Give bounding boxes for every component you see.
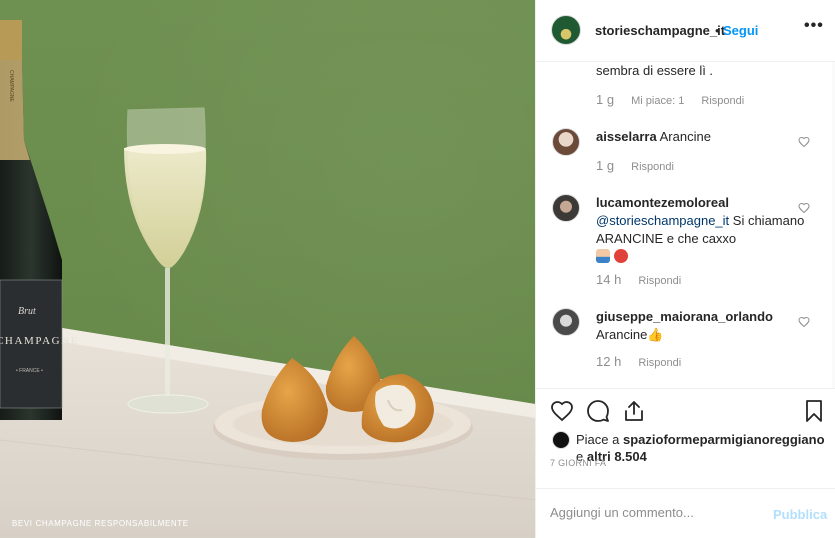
- author-avatar[interactable]: [551, 15, 581, 45]
- liker-username[interactable]: spazioformeparmigianoreggiano: [623, 432, 825, 447]
- bookmark-icon[interactable]: [802, 399, 826, 423]
- reply-button[interactable]: Rispondi: [638, 357, 681, 369]
- liker-avatar[interactable]: [552, 431, 570, 449]
- emoji-angry-face-icon: [613, 249, 628, 263]
- share-icon[interactable]: [622, 399, 646, 423]
- comment-body: aisselarra Arancine: [596, 128, 811, 146]
- comment-time[interactable]: 14 h: [596, 272, 621, 287]
- comment-time[interactable]: 1 g: [596, 158, 614, 173]
- comment-username[interactable]: lucamontezemoloreal: [596, 195, 729, 210]
- like-heart-icon[interactable]: [798, 202, 810, 214]
- post-actions: Piace a spazioformeparmigianoreggiano e …: [536, 388, 835, 488]
- follow-button[interactable]: Segui: [723, 23, 758, 38]
- avatar[interactable]: [552, 308, 580, 336]
- comment-meta: 12 h Rispondi: [596, 354, 695, 369]
- reply-button[interactable]: Rispondi: [701, 95, 744, 107]
- comment-meta: 1 g Mi piace: 1 Rispondi: [596, 92, 758, 107]
- comment-meta: 14 h Rispondi: [596, 272, 695, 287]
- comment-body: lucamontezemoloreal @storieschampagne_it…: [596, 194, 811, 266]
- reply-button[interactable]: Rispondi: [638, 275, 681, 287]
- post-timestamp[interactable]: 7 GIORNI FA: [550, 458, 606, 468]
- comment-mention[interactable]: @storieschampagne_it: [596, 213, 729, 228]
- post-header: storieschampagne_it • Segui •••: [536, 0, 835, 62]
- bottle-label-script: Brut: [18, 306, 36, 317]
- comment-input[interactable]: [550, 505, 750, 520]
- post-photo[interactable]: Brut CHAMPAGNE • FRANCE • CHAMPAGNE BEVI…: [0, 0, 535, 538]
- bottle-label-top: CHAMPAGNE: [8, 70, 14, 103]
- avatar[interactable]: [552, 128, 580, 156]
- reply-button[interactable]: Rispondi: [631, 161, 674, 173]
- emoji-man-icon: [596, 249, 610, 263]
- add-comment-bar: Pubblica: [536, 488, 835, 538]
- comments-list[interactable]: sembra di essere lì . 1 g Mi piace: 1 Ri…: [536, 62, 835, 388]
- heart-icon[interactable]: [550, 399, 574, 423]
- author-username[interactable]: storieschampagne_it: [595, 23, 725, 38]
- comment-meta: 1 g Rispondi: [596, 158, 688, 173]
- comment-text: Arancine: [596, 327, 648, 342]
- like-heart-icon[interactable]: [798, 136, 810, 148]
- comment-time[interactable]: 1 g: [596, 92, 614, 107]
- header-separator: •: [715, 23, 720, 38]
- likes-prefix: Piace a: [576, 432, 620, 447]
- comment-time[interactable]: 12 h: [596, 354, 621, 369]
- bottle-label-main: CHAMPAGNE: [0, 335, 79, 347]
- more-horizontal-icon[interactable]: •••: [804, 17, 824, 35]
- photo-scene: Brut CHAMPAGNE • FRANCE • CHAMPAGNE: [0, 20, 535, 538]
- post-side-panel: storieschampagne_it • Segui ••• sembra d…: [535, 0, 835, 538]
- comment-body: giuseppe_maiorana_orlando Arancine👍: [596, 308, 811, 344]
- bottle-label-small: • FRANCE •: [16, 368, 43, 374]
- comment-likes[interactable]: Mi piace: 1: [631, 95, 684, 107]
- photo-disclaimer: BEVI CHAMPAGNE RESPONSABILMENTE: [12, 519, 189, 528]
- like-heart-icon[interactable]: [798, 316, 810, 328]
- comment-text: sembra di essere lì .: [596, 63, 714, 78]
- avatar[interactable]: [552, 194, 580, 222]
- comment-username[interactable]: giuseppe_maiorana_orlando: [596, 309, 773, 324]
- post-comment-button[interactable]: Pubblica: [773, 507, 827, 522]
- likes-summary: Piace a spazioformeparmigianoreggiano e …: [576, 431, 826, 465]
- thumbs-up-emoji-icon: 👍: [647, 327, 664, 342]
- comment-icon[interactable]: [586, 399, 610, 423]
- comment-text: Arancine: [659, 129, 711, 144]
- comment-username[interactable]: aisselarra: [596, 129, 657, 144]
